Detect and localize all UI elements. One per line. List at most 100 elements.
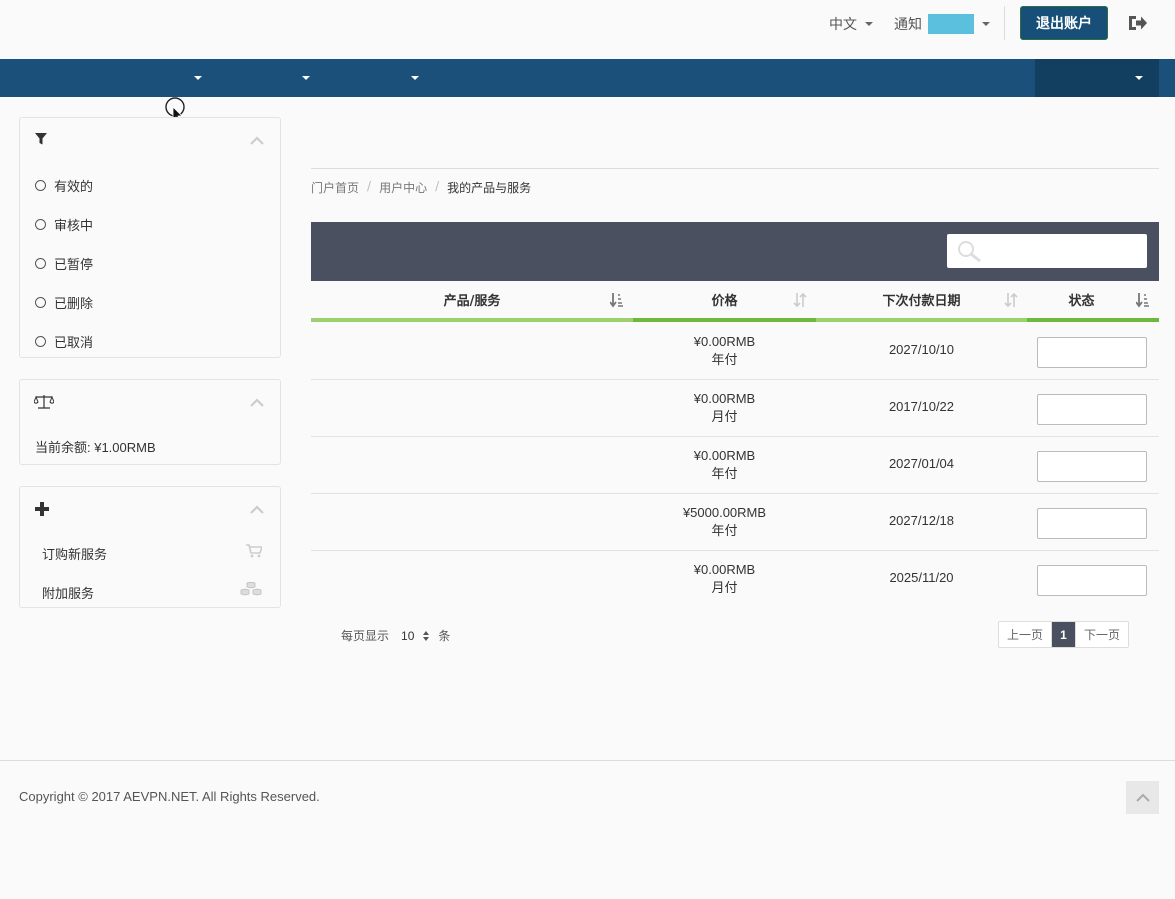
language-label: 中文 — [829, 17, 857, 33]
price-cell: ¥0.00RMB 年付 — [633, 333, 816, 369]
balance-panel-header[interactable] — [20, 380, 280, 426]
table-header: 产品/服务 价格 下次付款日期 状态 — [311, 281, 1159, 322]
chevron-down-icon — [194, 76, 202, 80]
per-page-label: 每页显示 — [341, 629, 390, 643]
price-value: ¥0.00RMB — [693, 391, 756, 406]
filter-option-active[interactable]: 有效的 — [35, 176, 93, 195]
column-accent-bar — [1027, 318, 1159, 322]
next-due-date: 2025/11/20 — [889, 570, 954, 585]
next-due-date: 2027/01/04 — [888, 456, 955, 471]
balance-scale-icon — [34, 395, 54, 409]
breadcrumb-separator: / — [435, 179, 440, 193]
column-header-product[interactable]: 产品/服务 — [311, 281, 633, 318]
copyright-text: Copyright © 2017 AEVPN.NET. All Rights R… — [19, 789, 320, 804]
billing-cycle: 年付 — [711, 466, 738, 481]
nav-dropdown-1[interactable] — [194, 59, 202, 97]
language-dropdown[interactable]: 中文 — [829, 14, 873, 34]
column-label: 下次付款日期 — [882, 294, 961, 309]
filter-label: 有效的 — [54, 180, 94, 195]
radio-button[interactable] — [35, 180, 46, 191]
table-row[interactable]: ¥5000.00RMB 年付 2027/12/18 — [311, 494, 1159, 551]
filter-panel-header[interactable] — [20, 118, 280, 164]
status-badge — [1037, 451, 1147, 482]
next-due-date: 2027/10/10 — [888, 342, 955, 357]
sort-desc-icon[interactable] — [610, 292, 624, 308]
select-arrows-icon[interactable] — [422, 630, 430, 642]
status-badge — [1037, 337, 1147, 368]
sort-desc-icon[interactable] — [1136, 292, 1150, 308]
filter-label: 已删除 — [54, 297, 94, 312]
nav-dropdown-2[interactable] — [302, 59, 310, 97]
breadcrumb-home[interactable]: 门户首页 — [311, 179, 359, 196]
notifications-dropdown[interactable]: 通知 — [894, 14, 990, 34]
column-header-next-due[interactable]: 下次付款日期 — [816, 281, 1027, 318]
radio-button[interactable] — [35, 219, 46, 230]
per-page-select[interactable]: 10 — [401, 629, 414, 643]
sort-icon[interactable] — [793, 292, 807, 308]
radio-button[interactable] — [35, 297, 46, 308]
billing-cycle: 年付 — [711, 352, 738, 367]
price-value: ¥0.00RMB — [693, 448, 756, 463]
column-accent-bar — [311, 318, 633, 322]
sign-out-icon[interactable] — [1127, 13, 1147, 33]
table-row[interactable]: ¥0.00RMB 月付 2025/11/20 — [311, 551, 1159, 608]
filter-label: 审核中 — [54, 219, 94, 234]
status-badge — [1037, 394, 1147, 425]
breadcrumb-separator: / — [367, 179, 372, 193]
table-row[interactable]: ¥0.00RMB 年付 2027/10/10 — [311, 323, 1159, 380]
price-value: ¥5000.00RMB — [682, 505, 767, 520]
table-row[interactable]: ¥0.00RMB 年付 2027/01/04 — [311, 437, 1159, 494]
filter-option-terminated[interactable]: 已删除 — [35, 293, 93, 312]
column-label: 产品/服务 — [443, 294, 501, 309]
price-cell: ¥5000.00RMB 年付 — [633, 504, 816, 540]
prev-page-button[interactable]: 上一页 — [999, 622, 1051, 647]
filter-option-cancelled[interactable]: 已取消 — [35, 332, 93, 351]
nav-dropdown-3[interactable] — [411, 59, 419, 97]
addon-services-link[interactable]: 附加服务 — [42, 583, 262, 602]
pagination: 上一页 1 下一页 — [998, 621, 1130, 648]
next-due-date: 2017/10/22 — [888, 399, 955, 414]
column-accent-bar — [633, 318, 816, 322]
table-search-input[interactable] — [947, 234, 1147, 268]
column-label: 价格 — [711, 294, 738, 309]
logout-button[interactable]: 退出账户 — [1020, 6, 1108, 40]
filter-label: 已暂停 — [54, 258, 94, 273]
table-row[interactable]: ¥0.00RMB 月付 2017/10/22 — [311, 380, 1159, 437]
filter-panel: 有效的 审核中 已暂停 已删除 已取消 — [19, 117, 281, 358]
chevron-up-icon — [1135, 793, 1150, 802]
chevron-down-icon — [1135, 76, 1143, 80]
billing-cycle: 年付 — [711, 523, 738, 538]
breadcrumb-client-area[interactable]: 用户中心 — [379, 179, 427, 196]
page-size-selector: 每页显示 10 条 — [341, 627, 450, 644]
billing-cycle: 月付 — [711, 580, 738, 595]
page-number-button[interactable]: 1 — [1051, 622, 1076, 647]
actions-panel: 订购新服务 附加服务 — [19, 486, 281, 608]
back-to-top-button[interactable] — [1126, 781, 1159, 814]
column-header-price[interactable]: 价格 — [633, 281, 816, 318]
balance-panel: 当前余额: ¥1.00RMB — [19, 379, 281, 465]
filter-option-pending[interactable]: 审核中 — [35, 215, 93, 234]
actions-panel-header[interactable] — [20, 487, 280, 533]
search-icon — [958, 241, 981, 262]
filter-label: 已取消 — [54, 336, 94, 351]
next-page-button[interactable]: 下一页 — [1075, 622, 1128, 647]
column-label: 状态 — [1068, 294, 1095, 309]
chevron-up-icon[interactable] — [250, 505, 264, 515]
action-label: 订购新服务 — [42, 548, 108, 563]
filter-option-suspended[interactable]: 已暂停 — [35, 254, 93, 273]
price-value: ¥0.00RMB — [693, 562, 756, 577]
nav-account-dropdown[interactable] — [1035, 59, 1159, 97]
next-due-date: 2027/12/18 — [888, 513, 955, 528]
table-toolbar — [311, 222, 1159, 281]
sort-icon[interactable] — [1004, 292, 1018, 308]
action-label: 附加服务 — [42, 587, 95, 602]
radio-button[interactable] — [35, 258, 46, 269]
chevron-up-icon[interactable] — [250, 136, 264, 146]
chevron-up-icon[interactable] — [250, 398, 264, 408]
column-header-status[interactable]: 状态 — [1027, 281, 1136, 318]
price-cell: ¥0.00RMB 月付 — [633, 390, 816, 426]
order-new-service-link[interactable]: 订购新服务 — [42, 544, 262, 563]
radio-button[interactable] — [35, 336, 46, 347]
per-page-unit: 条 — [438, 629, 451, 643]
current-balance: 当前余额: ¥1.00RMB — [35, 440, 156, 455]
